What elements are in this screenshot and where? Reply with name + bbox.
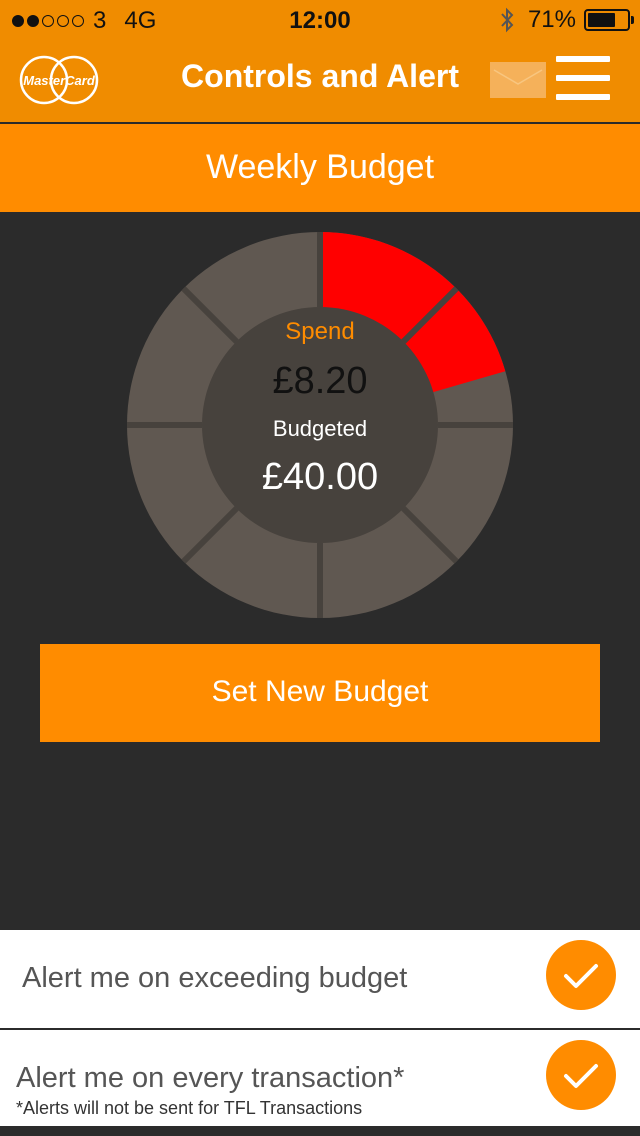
battery-percent: 71%: [527, 6, 576, 33]
hamburger-menu-icon[interactable]: [556, 56, 610, 100]
battery-icon: [584, 9, 634, 31]
spend-value: £8.20: [272, 360, 368, 402]
set-new-budget-button[interactable]: Set New Budget: [40, 644, 600, 742]
status-right: 71%: [500, 6, 634, 34]
envelope-icon[interactable]: [490, 60, 546, 100]
bottom-strip: [0, 1126, 640, 1136]
logo-text: MasterCard: [23, 73, 96, 88]
bluetooth-icon: [501, 7, 514, 33]
mastercard-logo-icon: MasterCard: [19, 55, 99, 105]
status-bar: 3 4G 12:00 71%: [0, 0, 640, 40]
alert-label: Alert me on exceeding budget: [22, 962, 408, 994]
alert-note: *Alerts will not be sent for TFL Transac…: [16, 1098, 363, 1118]
alert-row-exceeding-budget[interactable]: Alert me on exceeding budget: [0, 930, 640, 1030]
alert-row-every-transaction[interactable]: Alert me on every transaction* *Alerts w…: [0, 1030, 640, 1126]
header-bar: MasterCard Controls and Alert: [0, 40, 640, 124]
budgeted-label: Budgeted: [272, 416, 368, 441]
menu-line: [556, 75, 610, 81]
section-title: Weekly Budget: [0, 124, 640, 212]
alert-label: Alert me on every transaction*: [16, 1062, 405, 1094]
checkmark-icon[interactable]: [546, 940, 616, 1010]
page-title: Controls and Alert: [181, 58, 459, 94]
budgeted-value: £40.00: [261, 456, 379, 498]
checkmark-icon[interactable]: [546, 1040, 616, 1110]
menu-line: [556, 94, 610, 100]
spend-label: Spend: [285, 318, 355, 345]
menu-line: [556, 56, 610, 62]
battery-fill: [588, 13, 615, 27]
